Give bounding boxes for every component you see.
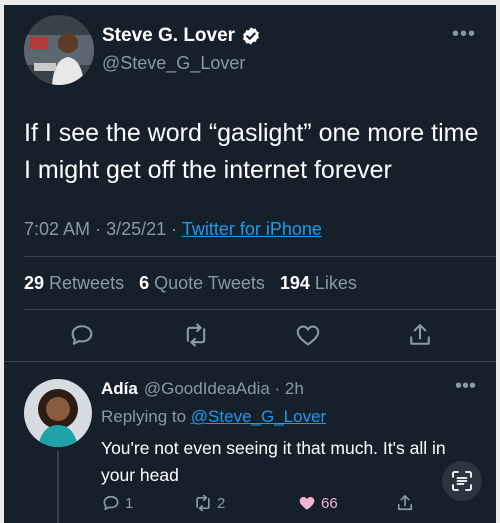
retweet-icon bbox=[196, 494, 210, 512]
retweets-stat[interactable]: 29 Retweets bbox=[24, 273, 134, 293]
retweets-label: Retweets bbox=[49, 273, 125, 293]
thread-line bbox=[57, 451, 59, 523]
tweet-date: 3/25/21 bbox=[106, 219, 167, 239]
retweets-count: 29 bbox=[24, 273, 45, 293]
more-icon[interactable]: ••• bbox=[455, 375, 476, 398]
reply-retweet-count: 2 bbox=[217, 494, 226, 512]
author-name-row[interactable]: Steve G. Lover bbox=[102, 25, 261, 47]
engagement-stats: 29 Retweets 6 Quote Tweets 194 Likes bbox=[24, 273, 357, 294]
share-icon[interactable] bbox=[406, 321, 434, 349]
reply-retweet-button[interactable]: 2 bbox=[193, 493, 225, 513]
author-avatar[interactable] bbox=[24, 15, 94, 85]
reply-author-handle[interactable]: @GoodIdeaAdia bbox=[144, 379, 270, 398]
tweet-text: If I see the word “gaslight” one more ti… bbox=[24, 119, 479, 184]
quotes-stat[interactable]: 6 Quote Tweets bbox=[139, 273, 275, 293]
reply-icon[interactable] bbox=[68, 321, 96, 349]
author-handle[interactable]: @Steve_G_Lover bbox=[102, 53, 245, 74]
meta-separator: · bbox=[95, 219, 107, 239]
reply-age: 2h bbox=[284, 379, 304, 398]
meta-separator: · bbox=[269, 379, 285, 398]
replying-to: Replying to @Steve_G_Lover bbox=[101, 407, 326, 427]
quotes-count: 6 bbox=[139, 273, 150, 293]
tweet-time: 7:02 AM bbox=[24, 219, 91, 239]
like-icon bbox=[299, 497, 315, 510]
more-icon[interactable]: ••• bbox=[452, 23, 476, 46]
tweet-actions bbox=[4, 321, 496, 361]
share-icon bbox=[397, 495, 413, 511]
reply-reply-count: 1 bbox=[125, 494, 134, 512]
divider bbox=[24, 309, 496, 310]
divider bbox=[24, 256, 496, 257]
reply-author-name[interactable]: Adía bbox=[101, 379, 138, 398]
meta-separator: · bbox=[171, 219, 182, 239]
reply-header: Adía @GoodIdeaAdia · 2h bbox=[101, 379, 304, 399]
verified-badge-icon bbox=[243, 27, 259, 45]
likes-stat[interactable]: 194 Likes bbox=[280, 273, 357, 293]
reply-text: You're not even seeing it that much. It'… bbox=[101, 438, 446, 485]
likes-count: 194 bbox=[279, 273, 310, 293]
replying-to-link[interactable]: @Steve_G_Lover bbox=[191, 407, 326, 426]
likes-label: Likes bbox=[314, 273, 357, 293]
text-scan-button[interactable] bbox=[442, 461, 482, 501]
reply-like-button[interactable]: 66 bbox=[297, 493, 338, 513]
reply-icon bbox=[103, 495, 119, 511]
reply-tweet[interactable]: Adía @GoodIdeaAdia · 2h ••• Replying to @… bbox=[4, 369, 496, 523]
tweet-source-link[interactable]: Twitter for iPhone bbox=[182, 219, 322, 239]
retweet-icon[interactable] bbox=[182, 321, 210, 349]
reply-share-button[interactable] bbox=[395, 493, 419, 513]
reply-like-count: 66 bbox=[321, 494, 338, 512]
reply-reply-button[interactable]: 1 bbox=[101, 493, 133, 513]
author-name[interactable]: Steve G. Lover bbox=[102, 25, 235, 47]
tweet-detail-screen: Steve G. Lover @Steve_G_Lover ••• If I s… bbox=[4, 5, 496, 523]
like-icon[interactable] bbox=[294, 321, 322, 349]
reply-actions: 1 2 66 bbox=[101, 493, 491, 517]
divider bbox=[4, 361, 496, 362]
reply-author-avatar[interactable] bbox=[24, 379, 92, 447]
text-scan-icon bbox=[452, 471, 472, 491]
quotes-label: Quote Tweets bbox=[154, 273, 265, 293]
replying-to-label: Replying to bbox=[101, 407, 187, 426]
tweet-meta: 7:02 AM · 3/25/21 · Twitter for iPhone bbox=[24, 219, 322, 240]
